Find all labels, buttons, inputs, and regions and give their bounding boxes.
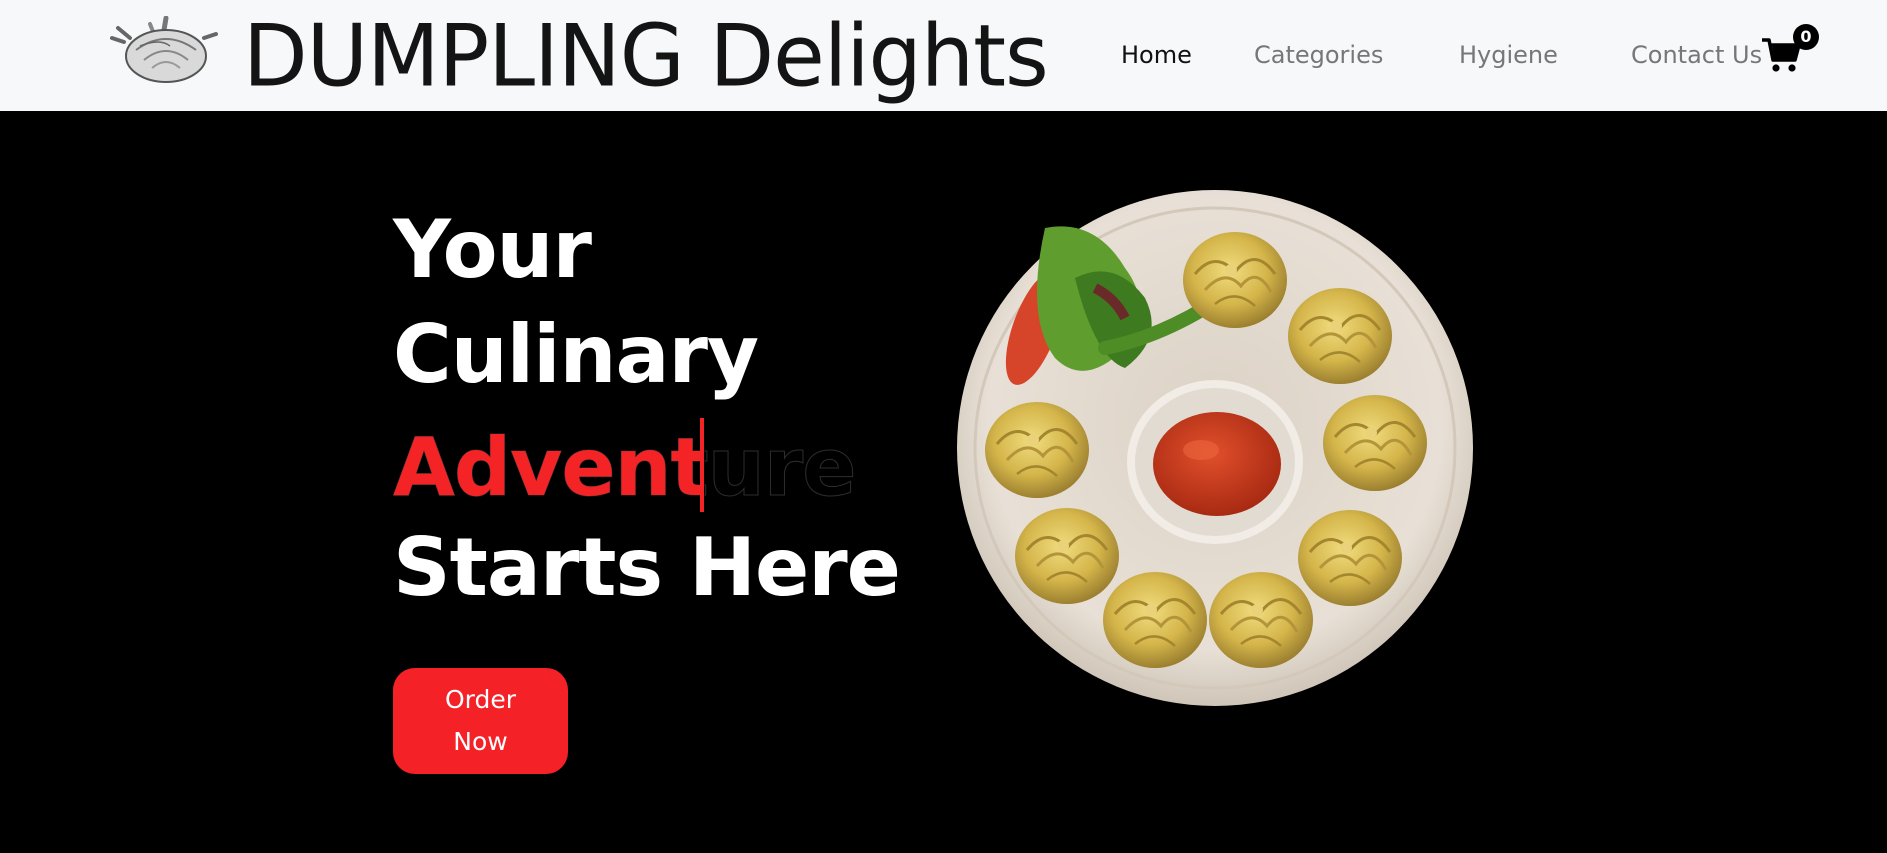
cart-count-badge: 0	[1793, 24, 1819, 50]
nav-contact-link[interactable]: Contact Us	[1631, 38, 1762, 72]
nav-categories-link[interactable]: Categories	[1254, 38, 1383, 72]
nav-hygiene-link[interactable]: Hygiene	[1459, 38, 1558, 72]
hero-line-your: Your	[393, 203, 592, 296]
typed-text-filled: Adventure	[393, 421, 704, 514]
nav-home-link[interactable]: Home	[1121, 38, 1192, 72]
hero-line-starts-here: Starts Here	[393, 521, 901, 614]
dumpling-plate-image	[957, 190, 1473, 706]
order-now-button[interactable]: Order Now	[393, 668, 568, 774]
navbar: DUMPLING Delights Home Categories Hygien…	[0, 0, 1887, 111]
brand-title[interactable]: DUMPLING Delights	[243, 5, 1049, 107]
hero-line-culinary: Culinary	[393, 308, 759, 401]
dumpling-logo-icon[interactable]	[110, 16, 220, 84]
typing-cursor	[700, 418, 704, 512]
